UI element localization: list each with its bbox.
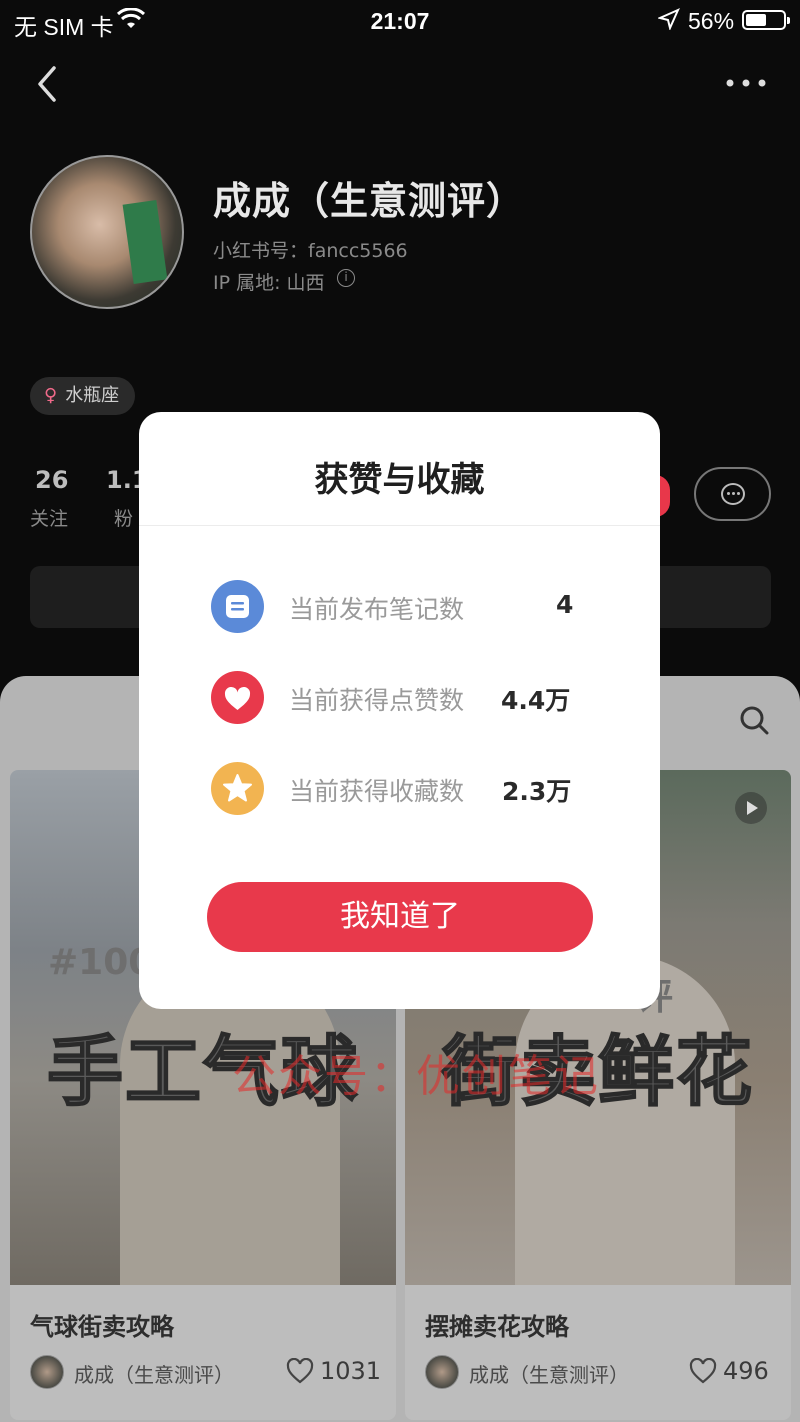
chat-bubble-icon [721, 483, 745, 505]
profile-name: 成成（生意测评） [213, 179, 526, 223]
more-dots-icon [726, 79, 766, 87]
likes-count-label: 当前获得点赞数 [289, 686, 465, 715]
confirm-button[interactable]: 我知道了 [207, 882, 593, 952]
notes-count-label: 当前发布笔记数 [289, 595, 465, 624]
author-avatar[interactable] [425, 1355, 459, 1389]
account-id: 小红书号：fancc5566 [213, 240, 408, 262]
collections-count-label: 当前获得收藏数 [289, 777, 465, 806]
female-symbol-icon: ♀ [44, 385, 58, 406]
star-icon [211, 762, 264, 815]
collections-count-value: 2.3万 [502, 777, 572, 806]
search-icon[interactable] [738, 704, 770, 736]
zodiac-tag: ♀ 水瓶座 [30, 377, 136, 415]
battery-percent: 56% [688, 8, 735, 34]
heart-outline-icon[interactable] [286, 1357, 314, 1384]
avatar[interactable] [30, 155, 184, 309]
author-name[interactable]: 成成（生意测评） [469, 1359, 629, 1388]
likes-count-value: 4.4万 [501, 686, 571, 715]
author-name[interactable]: 成成（生意测评） [74, 1359, 234, 1388]
note-title[interactable]: 气球街卖攻略 [30, 1307, 174, 1342]
note-title[interactable]: 摆摊卖花攻略 [425, 1307, 569, 1342]
note-icon [211, 580, 264, 633]
like-count: 496 [723, 1357, 769, 1385]
followers-label: 粉 [114, 508, 134, 530]
more-button[interactable] [722, 72, 770, 94]
status-bar: 无 SIM 卡 21:07 56% [0, 0, 800, 44]
author-avatar[interactable] [30, 1355, 64, 1389]
like-count: 1031 [320, 1357, 382, 1385]
tag-label: 水瓶座 [65, 385, 120, 406]
heart-icon [211, 671, 264, 724]
location-arrow-icon [656, 8, 680, 36]
info-icon[interactable]: i [337, 269, 355, 287]
heart-outline-icon[interactable] [689, 1357, 717, 1384]
ip-location: IP 属地: 山西 [213, 272, 325, 294]
back-button[interactable] [30, 62, 70, 106]
chevron-left-icon [38, 66, 56, 102]
dialog-title: 获赞与收藏 [314, 460, 485, 500]
dialog-divider [139, 525, 660, 526]
following-count[interactable]: 26 [35, 466, 68, 494]
clock: 21:07 [370, 8, 430, 34]
following-label: 关注 [30, 508, 69, 530]
battery-icon [742, 10, 790, 30]
video-play-icon [735, 792, 767, 824]
watermark: 公众号：优创笔记 [232, 1051, 600, 1102]
cover-badge: #100 [48, 942, 154, 983]
notes-count-value: 4 [556, 590, 574, 619]
battery-fill [746, 14, 766, 26]
message-button[interactable] [694, 467, 771, 521]
